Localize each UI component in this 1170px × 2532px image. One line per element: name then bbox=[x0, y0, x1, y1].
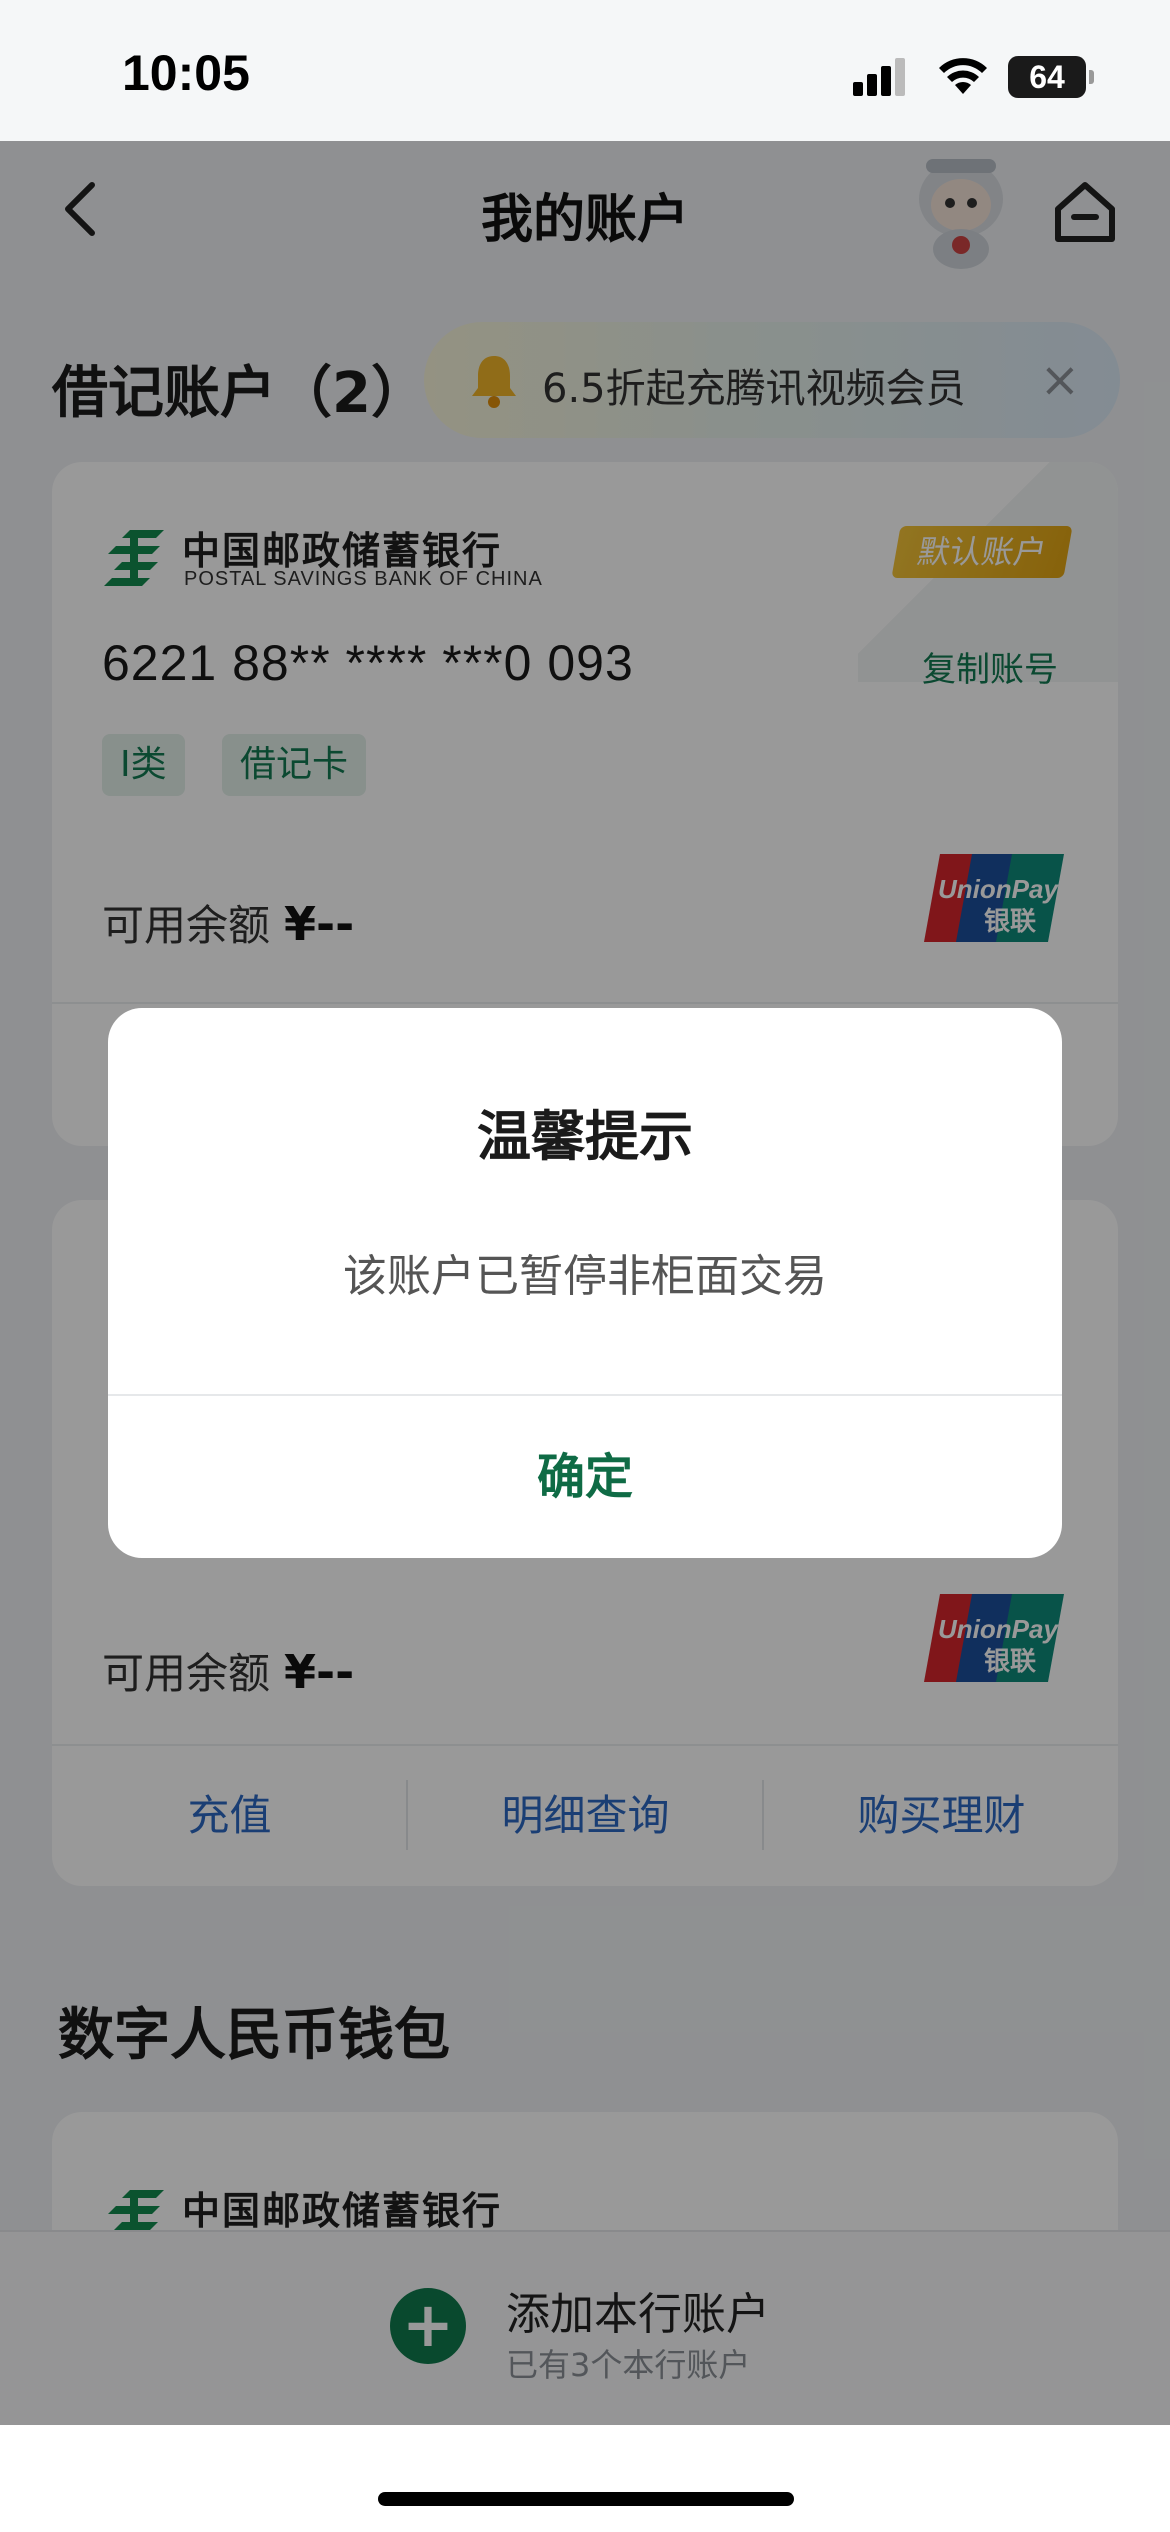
status-bar: 10:05 64 bbox=[0, 0, 1170, 141]
status-time: 10:05 bbox=[122, 45, 250, 101]
bottom-safe-area bbox=[0, 2425, 1170, 2532]
dialog-title: 温馨提示 bbox=[477, 1105, 693, 1168]
alert-dialog: 温馨提示 该账户已暂停非柜面交易 确定 bbox=[108, 1008, 1062, 1558]
home-indicator[interactable] bbox=[378, 2492, 794, 2506]
signal-icon bbox=[853, 56, 913, 96]
dialog-message: 该账户已暂停非柜面交易 bbox=[343, 1251, 827, 1302]
battery-indicator: 64 bbox=[1008, 56, 1094, 98]
confirm-button[interactable]: 确定 bbox=[108, 1396, 1062, 1558]
wifi-icon bbox=[939, 58, 987, 94]
